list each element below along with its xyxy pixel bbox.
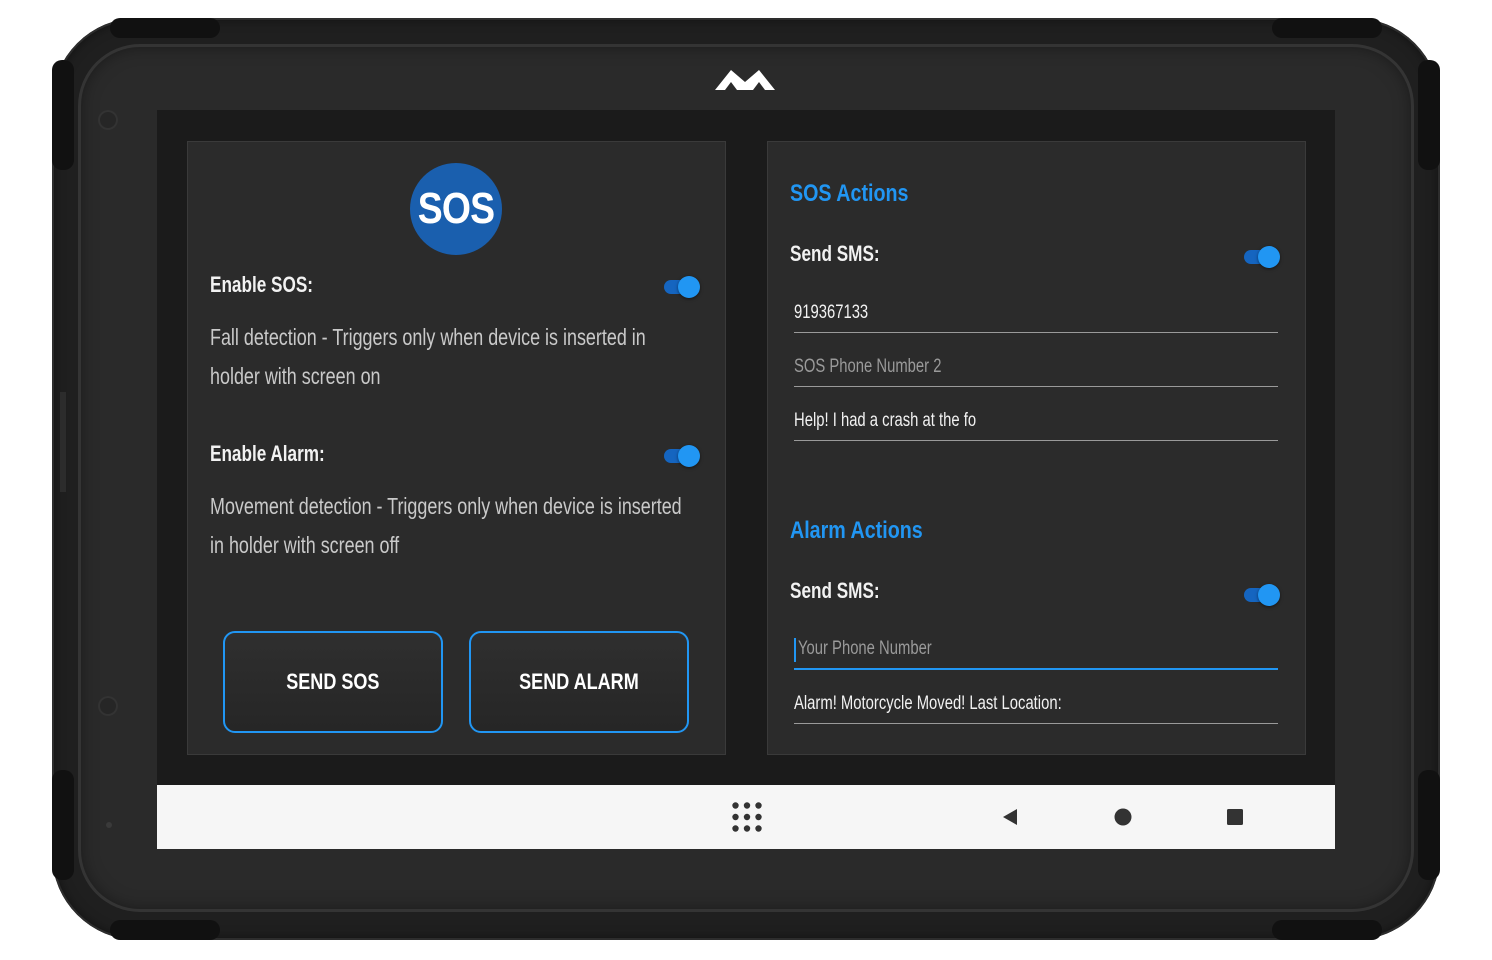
alarm-phone-number-field[interactable]: Your Phone Number [794, 628, 1278, 670]
camera-sensor-icon [98, 110, 118, 130]
sos-settings-panel: SOS Enable SOS: Fall detection - Trigger… [187, 141, 726, 755]
corner-bumper [52, 60, 74, 170]
actions-panel: SOS Actions Send SMS: 919367133 SOS Phon… [767, 141, 1306, 755]
alarm-phone-number-placeholder: Your Phone Number [798, 638, 932, 659]
brand-m-logo-icon [715, 70, 775, 90]
corner-bumper [1272, 18, 1382, 38]
sos-phone-number-2-field[interactable]: SOS Phone Number 2 [794, 345, 1278, 387]
sos-phone-number-1-field[interactable]: 919367133 [794, 291, 1278, 333]
home-icon[interactable] [1113, 807, 1133, 827]
alarm-send-sms-label: Send SMS: [790, 578, 880, 603]
sos-actions-title: SOS Actions [790, 180, 909, 207]
sos-message-value: Help! I had a crash at the fo [794, 410, 977, 431]
sos-phone-number-2-placeholder: SOS Phone Number 2 [794, 356, 942, 377]
back-icon[interactable] [1000, 807, 1020, 827]
recents-icon[interactable] [1227, 809, 1243, 825]
send-sos-button[interactable]: SEND SOS [223, 631, 443, 733]
sos-logo-icon: SOS [410, 163, 502, 255]
corner-bumper [1272, 920, 1382, 940]
device-screen: SOS Enable SOS: Fall detection - Trigger… [157, 110, 1335, 849]
enable-alarm-label: Enable Alarm: [210, 441, 325, 466]
sos-phone-number-1-value: 919367133 [794, 302, 869, 323]
enable-sos-toggle[interactable] [664, 274, 700, 300]
alarm-actions-title: Alarm Actions [790, 517, 923, 544]
alarm-message-value: Alarm! Motorcycle Moved! Last Location: [794, 693, 1062, 714]
corner-bumper [1418, 60, 1440, 170]
corner-bumper [1418, 770, 1440, 880]
system-navigation-bar [157, 785, 1335, 849]
camera-sensor-icon [98, 696, 118, 716]
text-caret [794, 638, 796, 662]
enable-sos-label: Enable SOS: [210, 272, 313, 297]
enable-alarm-description: Movement detection - Triggers only when … [210, 493, 682, 558]
sos-message-field[interactable]: Help! I had a crash at the fo [794, 399, 1278, 441]
enable-alarm-toggle[interactable] [664, 443, 700, 469]
enable-sos-description: Fall detection - Triggers only when devi… [210, 324, 646, 389]
sos-send-sms-label: Send SMS: [790, 241, 880, 266]
app-grid-icon[interactable] [732, 802, 762, 832]
corner-bumper [110, 18, 220, 38]
sos-logo-text: SOS [417, 184, 495, 233]
send-sos-label: SEND SOS [286, 669, 380, 694]
microphone-icon [106, 822, 112, 828]
side-button[interactable] [60, 392, 66, 492]
corner-bumper [110, 920, 220, 940]
alarm-message-field[interactable]: Alarm! Motorcycle Moved! Last Location: [794, 682, 1278, 724]
app-area: SOS Enable SOS: Fall detection - Trigger… [157, 110, 1335, 785]
send-alarm-label: SEND ALARM [519, 669, 639, 694]
send-alarm-button[interactable]: SEND ALARM [469, 631, 689, 733]
corner-bumper [52, 770, 74, 880]
sos-send-sms-toggle[interactable] [1244, 244, 1280, 270]
alarm-send-sms-toggle[interactable] [1244, 582, 1280, 608]
